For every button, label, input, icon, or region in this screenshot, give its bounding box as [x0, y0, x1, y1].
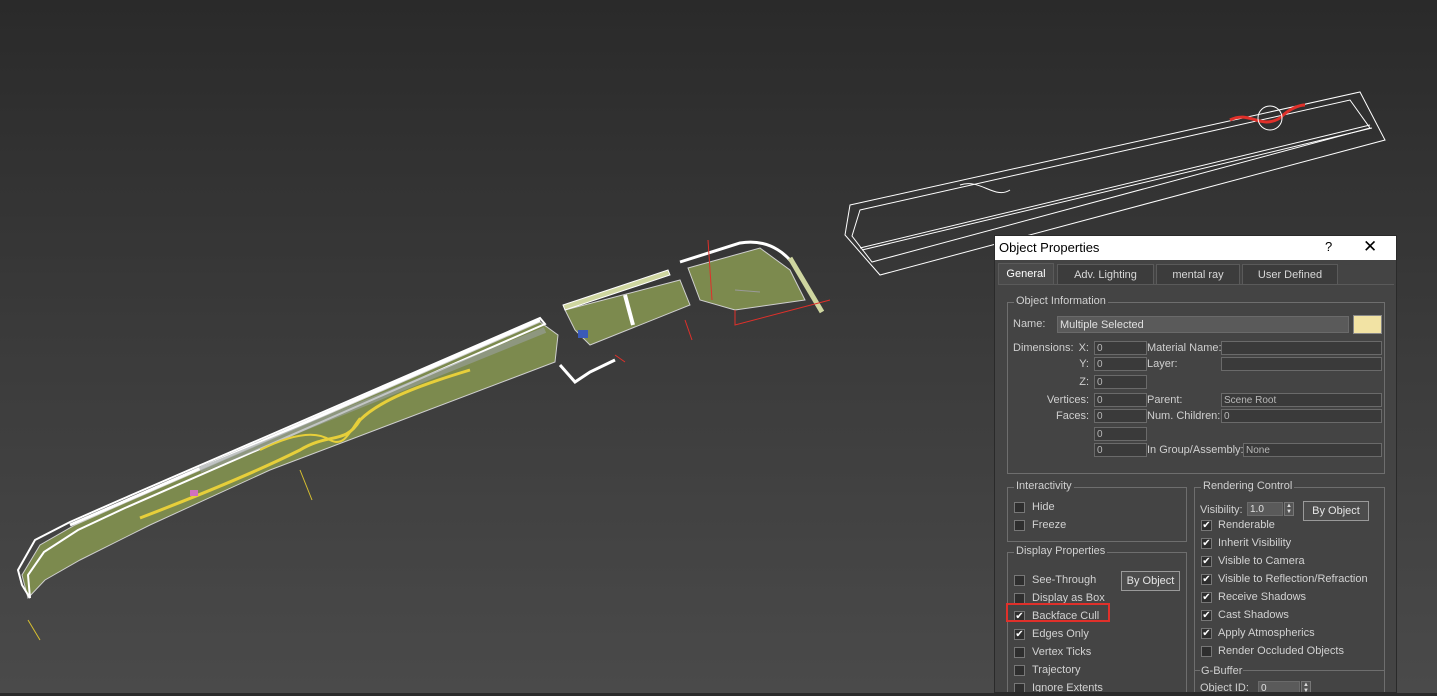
in-group-label: In Group/Assembly:	[1147, 444, 1244, 456]
help-icon[interactable]: ?	[1325, 239, 1332, 254]
object-id-spinner[interactable]: ▲ ▼	[1301, 681, 1311, 692]
object-properties-dialog: Object Properties ? ✕ General Adv. Light…	[994, 235, 1397, 693]
visibility-field[interactable]: 1.0	[1247, 502, 1283, 516]
vertex-ticks-label[interactable]: Vertex Ticks	[1032, 646, 1091, 658]
parent-label: Parent:	[1147, 394, 1183, 406]
group-title: Interactivity	[1014, 480, 1074, 492]
trajectory-checkbox[interactable]	[1014, 665, 1025, 676]
see-through-checkbox[interactable]	[1014, 575, 1025, 586]
hide-label[interactable]: Hide	[1032, 501, 1055, 513]
object-color-swatch[interactable]	[1353, 315, 1382, 334]
display-by-object-button[interactable]: By Object	[1121, 571, 1180, 591]
see-through-label[interactable]: See-Through	[1032, 574, 1096, 586]
faces-label: Faces:	[1055, 410, 1089, 422]
freeze-label[interactable]: Freeze	[1032, 519, 1066, 531]
group-title: Rendering Control	[1201, 480, 1295, 492]
in-group-field: None	[1243, 443, 1382, 457]
visible-to-reflection-refraction-label[interactable]: Visible to Reflection/Refraction	[1218, 573, 1368, 585]
tab-page-general: Object Information Name: Multiple Select…	[998, 284, 1394, 693]
visible-to-reflection-refraction-checkbox[interactable]: ✔	[1201, 574, 1212, 585]
visibility-label: Visibility:	[1200, 504, 1243, 516]
terrain-strip-main[interactable]	[16, 316, 559, 641]
object-information-group: Object Information Name: Multiple Select…	[1007, 295, 1385, 474]
name-field[interactable]: Multiple Selected	[1057, 316, 1349, 333]
layer-label: Layer:	[1147, 358, 1178, 370]
close-icon[interactable]: ✕	[1363, 237, 1377, 257]
apply-atmospherics-label[interactable]: Apply Atmospherics	[1218, 627, 1315, 639]
inherit-visibility-checkbox[interactable]: ✔	[1201, 538, 1212, 549]
backface-cull-checkbox[interactable]: ✔	[1014, 611, 1025, 622]
terrain-piece-corner[interactable]	[679, 239, 831, 326]
trajectory-label[interactable]: Trajectory	[1032, 664, 1081, 676]
cast-shadows-label[interactable]: Cast Shadows	[1218, 609, 1289, 621]
display-as-box-checkbox[interactable]	[1014, 593, 1025, 604]
tab-general[interactable]: General	[998, 263, 1054, 285]
z-label: Z:	[1079, 376, 1089, 388]
receive-shadows-checkbox[interactable]: ✔	[1201, 592, 1212, 603]
renderable-checkbox[interactable]: ✔	[1201, 520, 1212, 531]
layer-field	[1221, 357, 1382, 371]
parent-field: Scene Root	[1221, 393, 1382, 407]
vertex-ticks-checkbox[interactable]	[1014, 647, 1025, 658]
dimension-z-field: 0	[1094, 375, 1147, 389]
renderable-label[interactable]: Renderable	[1218, 519, 1275, 531]
dimension-y-field: 0	[1094, 357, 1147, 371]
y-label: Y:	[1079, 358, 1089, 370]
display-as-box-label[interactable]: Display as Box	[1032, 592, 1105, 604]
extra-count-field-1: 0	[1094, 427, 1147, 441]
interactivity-group: Interactivity Hide Freeze	[1007, 480, 1187, 542]
gbuffer-title: G-Buffer	[1200, 665, 1244, 677]
render-occluded-objects-label[interactable]: Render Occluded Objects	[1218, 645, 1344, 657]
backface-cull-label[interactable]: Backface Cull	[1032, 610, 1099, 622]
hide-checkbox[interactable]	[1014, 502, 1025, 513]
freeze-checkbox[interactable]	[1014, 520, 1025, 531]
edges-only-checkbox[interactable]: ✔	[1014, 629, 1025, 640]
faces-field: 0	[1094, 409, 1147, 423]
render-occluded-objects-checkbox[interactable]	[1201, 646, 1212, 657]
num-children-field: 0	[1221, 409, 1382, 423]
ignore-extents-label[interactable]: Ignore Extents	[1032, 682, 1103, 692]
ignore-extents-checkbox[interactable]	[1014, 683, 1025, 692]
vertices-field: 0	[1094, 393, 1147, 407]
name-label: Name:	[1013, 318, 1046, 330]
receive-shadows-label[interactable]: Receive Shadows	[1218, 591, 1306, 603]
num-children-label: Num. Children:	[1147, 410, 1221, 422]
display-properties-group: Display Properties By Object See-Through…	[1007, 545, 1187, 692]
material-name-field	[1221, 341, 1382, 355]
object-id-field[interactable]: 0	[1258, 681, 1300, 692]
dimension-x-field: 0	[1094, 341, 1147, 355]
cast-shadows-checkbox[interactable]: ✔	[1201, 610, 1212, 621]
group-title: Object Information	[1014, 295, 1108, 307]
edges-only-label[interactable]: Edges Only	[1032, 628, 1089, 640]
rendering-control-group: Rendering Control Visibility: 1.0 ▲ ▼ By …	[1194, 480, 1385, 693]
terrain-piece-middle[interactable]	[558, 269, 693, 384]
dialog-title: Object Properties	[999, 240, 1100, 255]
visible-to-camera-label[interactable]: Visible to Camera	[1218, 555, 1305, 567]
visibility-spinner[interactable]: ▲ ▼	[1284, 502, 1294, 516]
visible-to-camera-checkbox[interactable]: ✔	[1201, 556, 1212, 567]
tab-user-defined[interactable]: User Defined	[1242, 264, 1338, 284]
tab-mental-ray[interactable]: mental ray	[1156, 264, 1240, 284]
x-label: X:	[1078, 342, 1089, 354]
rendering-by-object-button[interactable]: By Object	[1303, 501, 1369, 521]
tab-adv-lighting[interactable]: Adv. Lighting	[1057, 264, 1154, 284]
inherit-visibility-label[interactable]: Inherit Visibility	[1218, 537, 1291, 549]
extra-count-field-2: 0	[1094, 443, 1147, 457]
dialog-titlebar[interactable]: Object Properties ? ✕	[995, 236, 1396, 260]
material-name-label: Material Name:	[1147, 342, 1222, 354]
dimensions-label: Dimensions:	[1013, 342, 1074, 354]
vertices-label: Vertices:	[1046, 394, 1089, 406]
group-title: Display Properties	[1014, 545, 1108, 557]
apply-atmospherics-checkbox[interactable]: ✔	[1201, 628, 1212, 639]
object-id-label: Object ID:	[1200, 682, 1249, 693]
